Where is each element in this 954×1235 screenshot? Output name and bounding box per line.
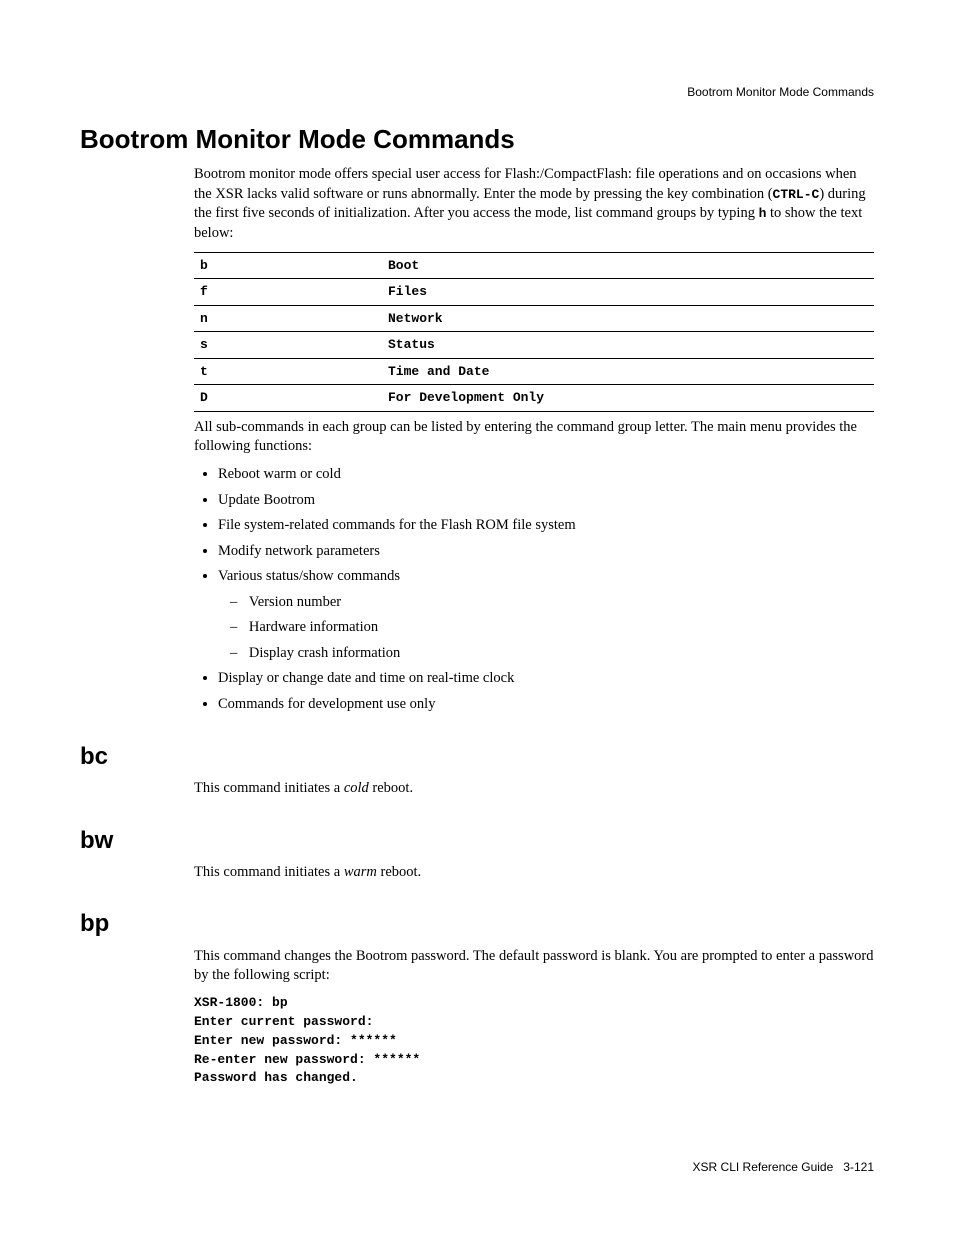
list-item: Commands for development use only [218, 695, 874, 715]
ctrl-c-key: CTRL-C [773, 187, 820, 202]
table-row: fFiles [194, 279, 874, 306]
bp-heading: bp [80, 908, 874, 940]
command-description: Files [382, 279, 874, 306]
bc-description: This command initiates a cold reboot. [194, 779, 874, 799]
bc-text-after: reboot. [369, 780, 413, 796]
list-item: Version number [248, 593, 874, 613]
functions-list: Reboot warm or cold Update Bootrom File … [218, 465, 874, 715]
bc-emphasis: cold [344, 780, 369, 796]
bw-text-before: This command initiates a [194, 864, 344, 880]
status-sublist: Version number Hardware information Disp… [248, 593, 874, 664]
list-item: Display crash information [248, 644, 874, 664]
command-key: D [194, 385, 382, 412]
command-description: For Development Only [382, 385, 874, 412]
command-key: t [194, 358, 382, 385]
table-row: sStatus [194, 332, 874, 359]
after-table-paragraph: All sub-commands in each group can be li… [194, 418, 874, 457]
command-group-table: bBootfFilesnNetworksStatustTime and Date… [194, 252, 874, 412]
table-row: nNetwork [194, 305, 874, 332]
command-key: s [194, 332, 382, 359]
page-footer: XSR CLI Reference Guide 3-121 [693, 1159, 874, 1175]
command-description: Status [382, 332, 874, 359]
footer-page-number: 3-121 [843, 1160, 874, 1174]
command-description: Boot [382, 252, 874, 279]
list-item: Update Bootrom [218, 491, 874, 511]
list-item: Various status/show commands Version num… [218, 567, 874, 663]
table-row: tTime and Date [194, 358, 874, 385]
bc-text-before: This command initiates a [194, 780, 344, 796]
intro-paragraph: Bootrom monitor mode offers special user… [194, 165, 874, 243]
command-key: f [194, 279, 382, 306]
command-description: Time and Date [382, 358, 874, 385]
running-header: Bootrom Monitor Mode Commands [80, 84, 874, 100]
bc-heading: bc [80, 741, 874, 773]
page-title: Bootrom Monitor Mode Commands [80, 122, 874, 157]
list-item: File system-related commands for the Fla… [218, 516, 874, 536]
list-item-label: Various status/show commands [218, 568, 400, 584]
list-item: Modify network parameters [218, 542, 874, 562]
list-item: Hardware information [248, 618, 874, 638]
intro-text-a: Bootrom monitor mode offers special user… [194, 166, 857, 202]
command-key: n [194, 305, 382, 332]
bp-description: This command changes the Bootrom passwor… [194, 947, 874, 986]
table-row: DFor Development Only [194, 385, 874, 412]
bw-emphasis: warm [344, 864, 377, 880]
command-key: b [194, 252, 382, 279]
bw-text-after: reboot. [377, 864, 421, 880]
table-row: bBoot [194, 252, 874, 279]
command-description: Network [382, 305, 874, 332]
bp-code-block: XSR-1800: bp Enter current password: Ent… [194, 994, 874, 1088]
bw-heading: bw [80, 825, 874, 857]
bw-description: This command initiates a warm reboot. [194, 863, 874, 883]
list-item: Reboot warm or cold [218, 465, 874, 485]
list-item: Display or change date and time on real-… [218, 669, 874, 689]
footer-doc-title: XSR CLI Reference Guide [693, 1160, 834, 1174]
